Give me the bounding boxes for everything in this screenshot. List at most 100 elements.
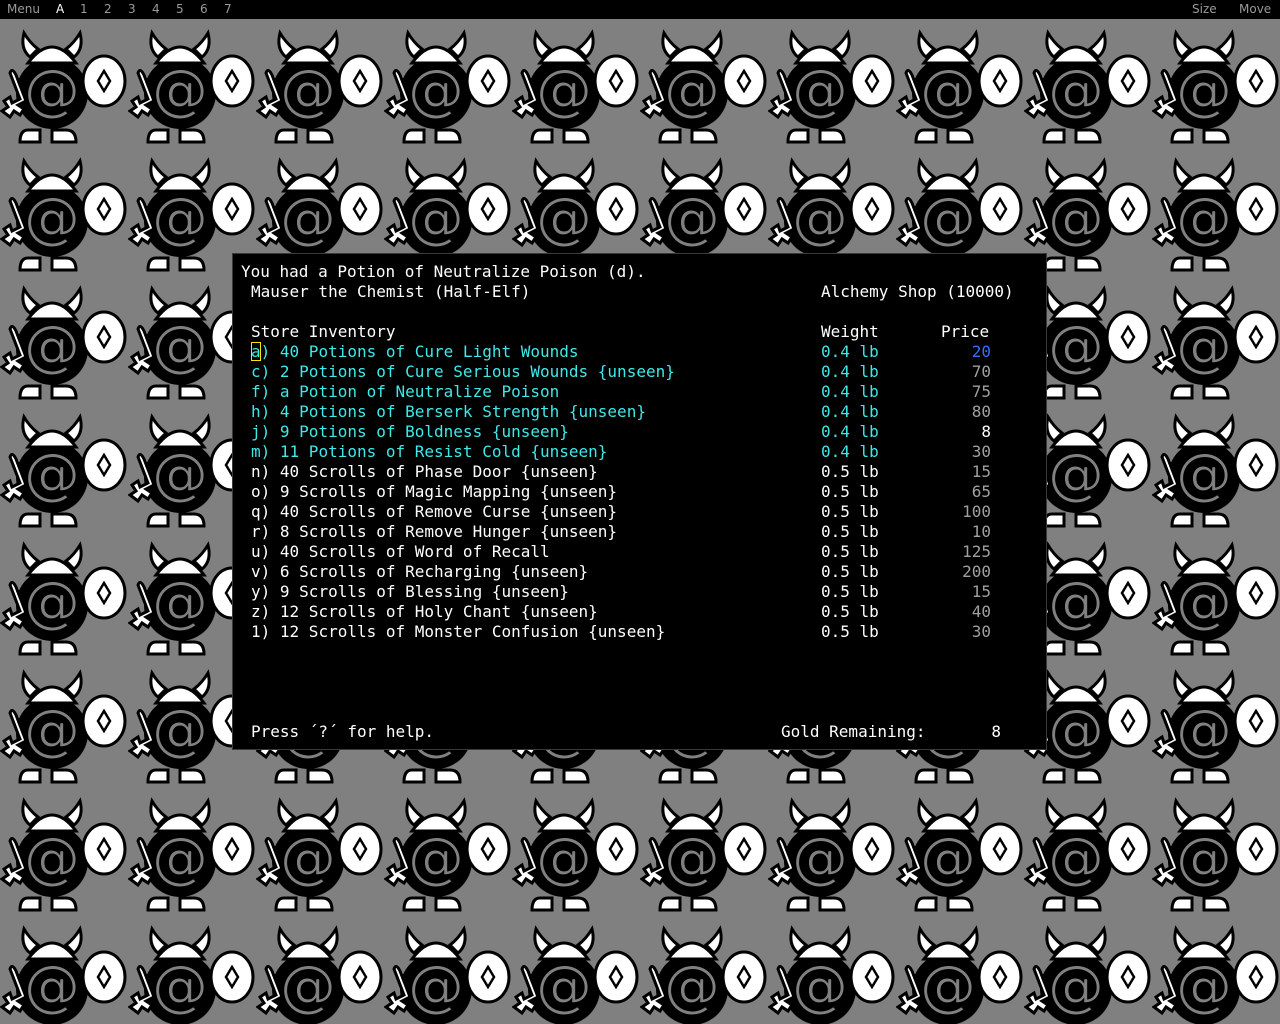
item-label: y) 9 Scrolls of Blessing {unseen} <box>251 582 569 602</box>
help-text: Press ´?´ for help. <box>251 722 435 741</box>
item-weight: 0.5 lb <box>821 582 879 601</box>
top-menu-bar: Menu A 1 2 3 4 5 6 7 Size Move <box>0 0 1280 19</box>
term-tab-3[interactable]: 3 <box>128 0 136 19</box>
item-description: ) 40 Potions of Cure Light Wounds <box>260 342 579 361</box>
item-weight: 0.4 lb <box>821 442 879 461</box>
inventory-row[interactable]: u) 40 Scrolls of Word of Recall 0.5 lb 125 <box>233 542 1048 562</box>
term-tab-4[interactable]: 4 <box>152 0 160 19</box>
item-price: 8 <box>981 422 991 441</box>
term-tab-6[interactable]: 6 <box>200 0 208 19</box>
term-tab-7[interactable]: 7 <box>224 0 232 19</box>
item-price: 80 <box>971 402 991 421</box>
inventory-header: Store Inventory <box>251 322 396 341</box>
inventory-row[interactable]: f) a Potion of Neutralize Poison 0.4 lb 75 <box>233 382 1048 402</box>
inventory-row[interactable]: a) 40 Potions of Cure Light Wounds 0.4 lb… <box>233 342 1048 362</box>
inventory-row[interactable]: m) 11 Potions of Resist Cold {unseen} 0.4… <box>233 442 1048 462</box>
item-description: ) 9 Scrolls of Blessing {unseen} <box>260 582 569 601</box>
inventory-row[interactable]: j) 9 Potions of Boldness {unseen} 0.4 lb 8 <box>233 422 1048 442</box>
item-description: ) 12 Scrolls of Monster Confusion {unsee… <box>260 622 666 641</box>
item-label: c) 2 Potions of Cure Serious Wounds {uns… <box>251 362 675 382</box>
item-price: 75 <box>971 382 991 401</box>
item-weight: 0.5 lb <box>821 622 879 641</box>
shop-name: Alchemy Shop (10000) <box>821 282 1014 301</box>
item-weight: 0.4 lb <box>821 422 879 441</box>
inventory-row[interactable]: n) 40 Scrolls of Phase Door {unseen} 0.5 … <box>233 462 1048 482</box>
item-label: v) 6 Scrolls of Recharging {unseen} <box>251 562 588 582</box>
item-letter: m <box>251 442 261 461</box>
inventory-row[interactable]: z) 12 Scrolls of Holy Chant {unseen} 0.5 … <box>233 602 1048 622</box>
item-label: q) 40 Scrolls of Remove Curse {unseen} <box>251 502 617 522</box>
item-label: o) 9 Scrolls of Magic Mapping {unseen} <box>251 482 617 502</box>
store-owner: Mauser the Chemist (Half-Elf) <box>251 282 531 301</box>
gold-value: 8 <box>991 722 1001 741</box>
item-label: a) 40 Potions of Cure Light Wounds <box>251 342 579 362</box>
item-weight: 0.4 lb <box>821 342 879 361</box>
item-price: 20 <box>971 342 991 361</box>
item-letter: c <box>251 362 261 381</box>
item-description: ) a Potion of Neutralize Poison <box>260 382 560 401</box>
weight-header: Weight <box>821 322 879 341</box>
item-price: 30 <box>971 622 991 641</box>
message-line: You had a Potion of Neutralize Poison (d… <box>241 262 646 281</box>
term-tab-2[interactable]: 2 <box>104 0 112 19</box>
item-description: ) 2 Potions of Cure Serious Wounds {unse… <box>260 362 675 381</box>
inventory-row[interactable]: v) 6 Scrolls of Recharging {unseen} 0.5 l… <box>233 562 1048 582</box>
item-label: 1) 12 Scrolls of Monster Confusion {unse… <box>251 622 665 642</box>
menu-button[interactable]: Menu <box>7 0 40 19</box>
item-price: 65 <box>971 482 991 501</box>
item-description: ) 11 Potions of Resist Cold {unseen} <box>260 442 608 461</box>
inventory-row[interactable]: o) 9 Scrolls of Magic Mapping {unseen} 0.… <box>233 482 1048 502</box>
item-letter: q <box>251 502 261 521</box>
item-description: ) 9 Potions of Boldness {unseen} <box>260 422 569 441</box>
item-description: ) 6 Scrolls of Recharging {unseen} <box>260 562 589 581</box>
inventory-row[interactable]: 1) 12 Scrolls of Monster Confusion {unse… <box>233 622 1048 642</box>
item-description: ) 40 Scrolls of Remove Curse {unseen} <box>260 502 618 521</box>
term-tab-1[interactable]: 1 <box>80 0 88 19</box>
item-price: 15 <box>971 462 991 481</box>
item-description: ) 9 Scrolls of Magic Mapping {unseen} <box>260 482 618 501</box>
item-description: ) 40 Scrolls of Word of Recall <box>260 542 550 561</box>
inventory-row[interactable]: h) 4 Potions of Berserk Strength {unseen… <box>233 402 1048 422</box>
inventory-row[interactable]: r) 8 Scrolls of Remove Hunger {unseen} 0.… <box>233 522 1048 542</box>
item-weight: 0.5 lb <box>821 482 879 501</box>
item-weight: 0.5 lb <box>821 562 879 581</box>
item-price: 125 <box>962 542 991 561</box>
item-price: 40 <box>971 602 991 621</box>
inventory-row[interactable]: q) 40 Scrolls of Remove Curse {unseen} 0.… <box>233 502 1048 522</box>
item-weight: 0.4 lb <box>821 402 879 421</box>
item-price: 70 <box>971 362 991 381</box>
gold-label: Gold Remaining: <box>781 722 926 741</box>
item-description: ) 8 Scrolls of Remove Hunger {unseen} <box>260 522 618 541</box>
price-header: Price <box>941 322 990 341</box>
item-letter: u <box>251 542 261 561</box>
item-price: 200 <box>962 562 991 581</box>
item-weight: 0.5 lb <box>821 522 879 541</box>
store-window: You had a Potion of Neutralize Poison (d… <box>232 253 1047 750</box>
item-label: u) 40 Scrolls of Word of Recall <box>251 542 550 562</box>
inventory-row[interactable]: c) 2 Potions of Cure Serious Wounds {uns… <box>233 362 1048 382</box>
item-description: ) 40 Scrolls of Phase Door {unseen} <box>260 462 598 481</box>
item-label: z) 12 Scrolls of Holy Chant {unseen} <box>251 602 598 622</box>
item-letter: a <box>251 342 261 361</box>
term-tab-a[interactable]: A <box>56 0 64 19</box>
item-label: j) 9 Potions of Boldness {unseen} <box>251 422 569 442</box>
item-label: n) 40 Scrolls of Phase Door {unseen} <box>251 462 598 482</box>
item-letter: z <box>251 602 261 621</box>
size-button[interactable]: Size <box>1192 0 1217 19</box>
item-weight: 0.4 lb <box>821 382 879 401</box>
move-button[interactable]: Move <box>1239 0 1271 19</box>
item-label: f) a Potion of Neutralize Poison <box>251 382 559 402</box>
item-letter: 1 <box>251 622 261 641</box>
item-letter: v <box>251 562 261 581</box>
item-weight: 0.5 lb <box>821 602 879 621</box>
item-weight: 0.4 lb <box>821 362 879 381</box>
item-letter: r <box>251 522 261 541</box>
item-weight: 0.5 lb <box>821 542 879 561</box>
item-price: 30 <box>971 442 991 461</box>
term-tab-5[interactable]: 5 <box>176 0 184 19</box>
item-weight: 0.5 lb <box>821 462 879 481</box>
inventory-row[interactable]: y) 9 Scrolls of Blessing {unseen} 0.5 lb 1… <box>233 582 1048 602</box>
item-letter: h <box>251 402 261 421</box>
item-letter: f <box>251 382 261 401</box>
item-label: m) 11 Potions of Resist Cold {unseen} <box>251 442 607 462</box>
